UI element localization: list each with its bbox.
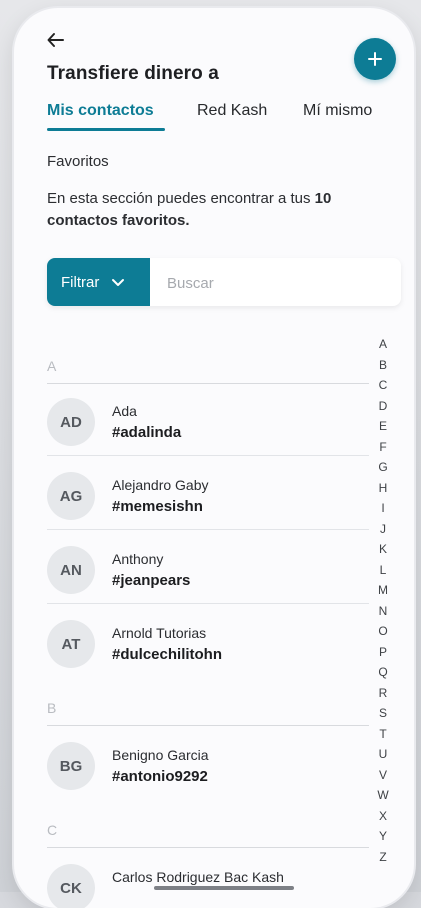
divider [47, 725, 369, 726]
group-letter: C [47, 822, 58, 838]
alphabet-letter[interactable]: L [376, 560, 390, 581]
divider [47, 455, 369, 456]
contact-row[interactable]: AT Arnold Tutorias #dulcechilitohn [47, 606, 369, 678]
avatar: BG [47, 742, 95, 790]
alphabet-letter[interactable]: R [376, 683, 390, 704]
tab-mis-contactos[interactable]: Mis contactos [47, 102, 154, 120]
alphabet-letter[interactable]: D [376, 396, 390, 417]
contact-row[interactable]: AN Anthony #jeanpears [47, 532, 369, 604]
divider [47, 529, 369, 530]
alphabet-letter[interactable]: Y [376, 826, 390, 847]
alphabet-letter[interactable]: T [376, 724, 390, 745]
alphabet-letter[interactable]: G [376, 457, 390, 478]
contact-handle: #dulcechilitohn [112, 646, 223, 663]
alphabet-letter[interactable]: K [376, 539, 390, 560]
favorites-title: Favoritos [47, 153, 109, 170]
group-letter: A [47, 358, 57, 374]
plus-icon [368, 52, 382, 66]
avatar: AD [47, 398, 95, 446]
group-header-b: B [47, 700, 369, 726]
alphabet-letter[interactable]: H [376, 478, 390, 499]
contact-row[interactable]: BG Benigno Garcia #antonio9292 [47, 728, 369, 800]
alphabet-letter[interactable]: Z [376, 847, 390, 868]
alphabet-letter[interactable]: V [376, 765, 390, 786]
filter-label: Filtrar [61, 273, 100, 291]
search-bar: Filtrar [47, 258, 401, 306]
contact-name: Alejandro Gaby [112, 477, 209, 493]
back-arrow-icon[interactable] [46, 30, 66, 50]
alphabet-letter[interactable]: W [376, 785, 390, 806]
phone-screen: Transfiere dinero a Mis contactos Red Ka… [14, 8, 414, 908]
contact-handle: #jeanpears [112, 572, 191, 589]
alphabet-letter[interactable]: B [376, 355, 390, 376]
home-indicator [154, 886, 294, 890]
alphabet-letter[interactable]: Q [376, 662, 390, 683]
contact-handle: #antonio9292 [112, 768, 208, 785]
alphabet-letter[interactable]: M [376, 580, 390, 601]
avatar: CK [47, 864, 95, 908]
tab-red-kash[interactable]: Red Kash [197, 102, 267, 120]
contact-name: Anthony [112, 551, 164, 567]
avatar: AT [47, 620, 95, 668]
filter-button[interactable]: Filtrar [47, 258, 150, 306]
group-header-c: C [47, 822, 369, 848]
contact-row[interactable]: AD Ada #adalinda [47, 384, 369, 456]
alphabet-letter[interactable]: N [376, 601, 390, 622]
favorites-description: En esta sección puedes encontrar a tus 1… [47, 188, 397, 232]
tab-mi-mismo[interactable]: Mí mismo [303, 102, 372, 120]
alphabet-letter[interactable]: U [376, 744, 390, 765]
avatar: AG [47, 472, 95, 520]
alphabet-letter[interactable]: A [376, 334, 390, 355]
contact-handle: #memesishn [112, 498, 203, 515]
alphabet-letter[interactable]: S [376, 703, 390, 724]
search-input[interactable] [165, 270, 389, 296]
contact-name: Arnold Tutorias [112, 625, 207, 641]
alphabet-letter[interactable]: X [376, 806, 390, 827]
alphabet-index: ABCDEFGHIJKLMNOPQRSTUVWXYZ [376, 334, 390, 867]
contact-handle: #adalinda [112, 424, 182, 441]
contact-name: Benigno Garcia [112, 747, 209, 763]
tab-bar: Mis contactos Red Kash Mí mismo [47, 102, 394, 142]
alphabet-letter[interactable]: O [376, 621, 390, 642]
divider [47, 847, 369, 848]
alphabet-letter[interactable]: P [376, 642, 390, 663]
active-tab-indicator [47, 128, 165, 131]
alphabet-letter[interactable]: I [376, 498, 390, 519]
favorites-desc-text: En esta sección puedes encontrar a tus [47, 190, 315, 207]
avatar: AN [47, 546, 95, 594]
divider [47, 603, 369, 604]
contact-row[interactable]: AG Alejandro Gaby #memesishn [47, 458, 369, 530]
alphabet-letter[interactable]: C [376, 375, 390, 396]
contact-name: Ada [112, 403, 137, 419]
alphabet-letter[interactable]: F [376, 437, 390, 458]
add-contact-button[interactable] [354, 38, 396, 80]
group-header-a: A [47, 358, 369, 384]
alphabet-letter[interactable]: J [376, 519, 390, 540]
chevron-down-icon [112, 279, 125, 286]
contact-name: Carlos Rodriguez Bac Kash [112, 869, 284, 885]
page-title: Transfiere dinero a [47, 63, 219, 84]
alphabet-letter[interactable]: E [376, 416, 390, 437]
contact-row[interactable]: CK Carlos Rodriguez Bac Kash [47, 850, 369, 908]
group-letter: B [47, 700, 57, 716]
